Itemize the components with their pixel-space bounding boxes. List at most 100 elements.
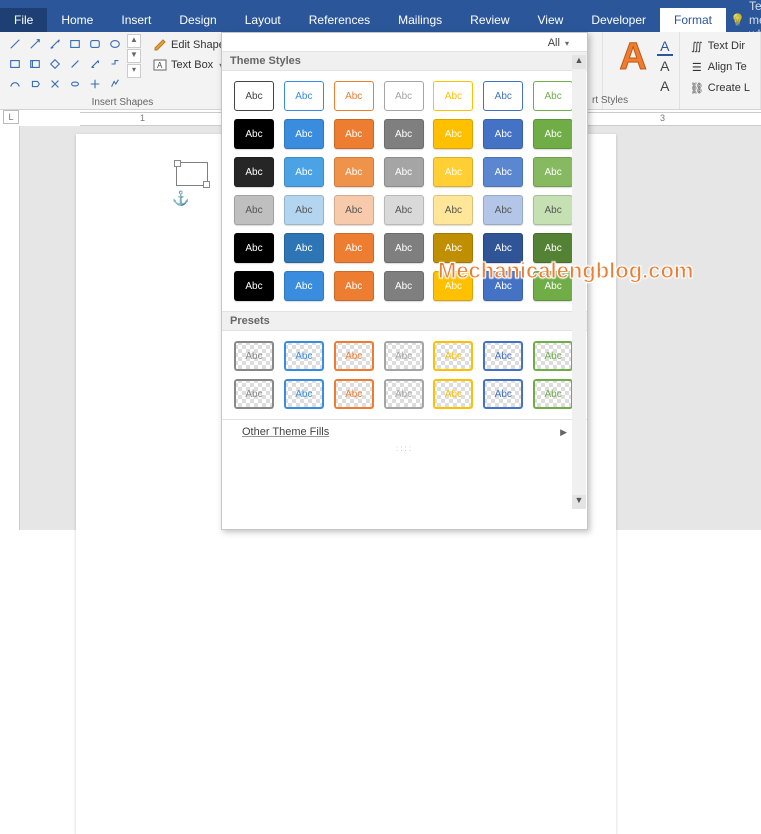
style-swatch[interactable]: Abc	[234, 341, 274, 371]
style-swatch[interactable]: Abc	[234, 157, 274, 187]
style-swatch[interactable]: Abc	[533, 157, 573, 187]
tab-references[interactable]: References	[295, 8, 384, 32]
gallery-expand-icon[interactable]: ▾	[127, 64, 141, 78]
scroll-down-icon[interactable]: ▼	[572, 495, 586, 509]
shape-option[interactable]	[46, 37, 64, 51]
shape-option[interactable]	[86, 37, 104, 51]
style-swatch[interactable]: Abc	[533, 341, 573, 371]
style-swatch[interactable]: Abc	[284, 271, 324, 301]
style-swatch[interactable]: Abc	[533, 81, 573, 111]
style-swatch[interactable]: Abc	[284, 341, 324, 371]
tab-design[interactable]: Design	[165, 8, 230, 32]
tab-view[interactable]: View	[524, 8, 578, 32]
shape-option[interactable]	[46, 77, 64, 91]
shape-option[interactable]	[26, 77, 44, 91]
tab-file[interactable]: File	[0, 8, 47, 32]
style-swatch[interactable]: Abc	[334, 81, 374, 111]
text-direction-button[interactable]: ∭ Text Dir	[686, 37, 754, 55]
style-swatch[interactable]: Abc	[433, 195, 473, 225]
tab-layout[interactable]: Layout	[231, 8, 295, 32]
text-outline-button[interactable]: A	[657, 58, 673, 76]
style-swatch[interactable]: Abc	[384, 233, 424, 263]
tab-mailings[interactable]: Mailings	[384, 8, 456, 32]
resize-grip[interactable]: ::::	[222, 444, 587, 452]
text-fill-button[interactable]: A	[657, 38, 673, 56]
style-swatch[interactable]: Abc	[433, 341, 473, 371]
text-effects-button[interactable]: A	[657, 78, 673, 96]
style-swatch[interactable]: Abc	[284, 379, 324, 409]
style-swatch[interactable]: Abc	[533, 195, 573, 225]
style-swatch[interactable]: Abc	[334, 233, 374, 263]
shape-option[interactable]	[66, 57, 84, 71]
style-swatch[interactable]: Abc	[433, 379, 473, 409]
style-swatch[interactable]: Abc	[483, 157, 523, 187]
style-swatch[interactable]: Abc	[234, 233, 274, 263]
tab-insert[interactable]: Insert	[107, 8, 165, 32]
create-link-button[interactable]: ⛓ Create L	[686, 79, 754, 97]
link-icon: ⛓	[690, 81, 704, 95]
shape-option[interactable]	[86, 57, 104, 71]
style-swatch[interactable]: Abc	[284, 233, 324, 263]
style-swatch[interactable]: Abc	[334, 195, 374, 225]
shape-option[interactable]	[106, 37, 124, 51]
style-swatch[interactable]: Abc	[284, 119, 324, 149]
style-swatch[interactable]: Abc	[384, 81, 424, 111]
shape-option[interactable]	[106, 77, 124, 91]
style-swatch[interactable]: Abc	[284, 195, 324, 225]
style-swatch[interactable]: Abc	[334, 379, 374, 409]
shape-option[interactable]	[26, 57, 44, 71]
shapes-gallery-scroll[interactable]: ▲ ▼ ▾	[127, 34, 141, 95]
shape-option[interactable]	[6, 57, 24, 71]
style-swatch[interactable]: Abc	[334, 341, 374, 371]
style-swatch[interactable]: Abc	[384, 341, 424, 371]
wordart-styles-button[interactable]: A	[609, 34, 656, 79]
tell-me-button[interactable]: 💡Tell me wh	[730, 8, 761, 32]
style-swatch[interactable]: Abc	[483, 379, 523, 409]
style-swatch[interactable]: Abc	[483, 195, 523, 225]
scroll-down-icon[interactable]: ▼	[127, 49, 141, 63]
scroll-up-icon[interactable]: ▲	[127, 34, 141, 48]
style-swatch[interactable]: Abc	[384, 119, 424, 149]
style-swatch[interactable]: Abc	[433, 157, 473, 187]
style-swatch[interactable]: Abc	[284, 157, 324, 187]
tab-review[interactable]: Review	[456, 8, 523, 32]
style-swatch[interactable]: Abc	[483, 341, 523, 371]
shapes-gallery[interactable]	[6, 34, 124, 95]
tab-home[interactable]: Home	[47, 8, 107, 32]
style-swatch[interactable]: Abc	[384, 379, 424, 409]
shape-option[interactable]	[66, 77, 84, 91]
style-swatch[interactable]: Abc	[334, 157, 374, 187]
shape-option[interactable]	[26, 37, 44, 51]
style-swatch[interactable]: Abc	[384, 157, 424, 187]
shape-option[interactable]	[6, 37, 24, 51]
style-swatch[interactable]: Abc	[234, 271, 274, 301]
shape-option[interactable]	[6, 77, 24, 91]
style-swatch[interactable]: Abc	[234, 195, 274, 225]
style-swatch[interactable]: Abc	[384, 271, 424, 301]
style-swatch[interactable]: Abc	[234, 81, 274, 111]
style-swatch[interactable]: Abc	[483, 81, 523, 111]
shape-option[interactable]	[66, 37, 84, 51]
all-filter-button[interactable]: All ▾	[548, 37, 569, 49]
style-swatch[interactable]: Abc	[533, 379, 573, 409]
tab-format[interactable]: Format	[660, 8, 726, 32]
style-swatch[interactable]: Abc	[334, 271, 374, 301]
tab-developer[interactable]: Developer	[577, 8, 660, 32]
shape-option[interactable]	[106, 57, 124, 71]
style-swatch[interactable]: Abc	[384, 195, 424, 225]
shape-option[interactable]	[86, 77, 104, 91]
align-text-button[interactable]: ☰ Align Te	[686, 58, 754, 76]
selected-shape[interactable]	[176, 162, 208, 186]
style-swatch[interactable]: Abc	[284, 81, 324, 111]
style-swatch[interactable]: Abc	[433, 119, 473, 149]
scroll-up-icon[interactable]: ▲	[572, 55, 586, 69]
style-swatch[interactable]: Abc	[433, 81, 473, 111]
vertical-ruler[interactable]	[0, 126, 20, 530]
style-swatch[interactable]: Abc	[483, 119, 523, 149]
style-swatch[interactable]: Abc	[533, 119, 573, 149]
shape-option[interactable]	[46, 57, 64, 71]
other-theme-fills-menu[interactable]: Other Theme Fills ▶	[222, 419, 587, 444]
style-swatch[interactable]: Abc	[234, 379, 274, 409]
style-swatch[interactable]: Abc	[234, 119, 274, 149]
style-swatch[interactable]: Abc	[334, 119, 374, 149]
